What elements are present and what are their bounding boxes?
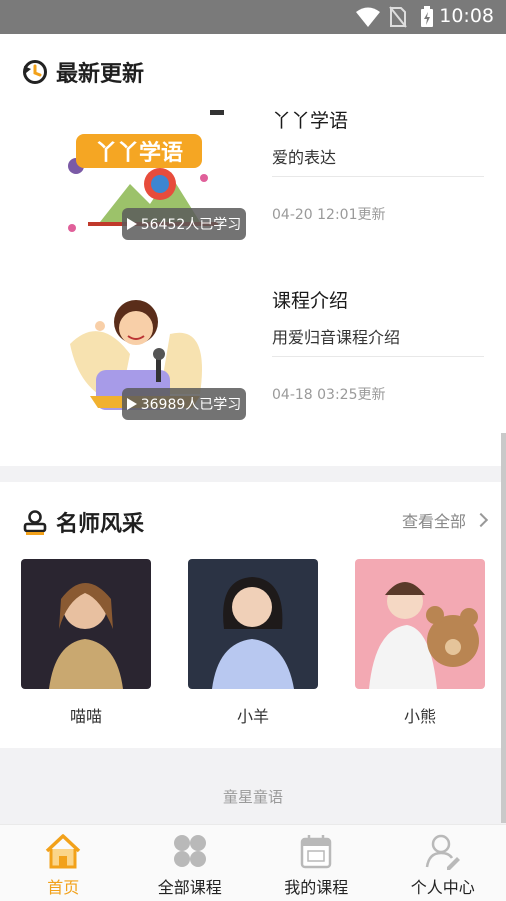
latest-title: 最新更新	[56, 56, 144, 88]
learners-badge: 36989人已学习	[122, 388, 246, 420]
tab-label: 我的课程	[253, 874, 380, 898]
teacher-card[interactable]: 喵喵	[21, 559, 151, 727]
teacher-name: 小羊	[188, 703, 318, 727]
status-bar: 10:08	[0, 0, 506, 34]
bottom-tab-bar: 首页 全部课程 我的课程 个人中心	[0, 824, 506, 901]
course-update-time: 04-20 12:01更新	[272, 204, 385, 224]
teacher-photo	[355, 559, 485, 689]
learners-badge: 56452人已学习	[122, 208, 246, 240]
course-subtitle: 爱的表达	[272, 144, 484, 177]
tab-profile[interactable]: 个人中心	[380, 825, 506, 901]
see-all-link[interactable]: 查看全部	[402, 508, 486, 532]
grid-clover-icon	[170, 831, 210, 871]
course-subtitle: 用爱归音课程介绍	[272, 324, 484, 357]
learners-count: 56452人已学习	[141, 214, 242, 234]
teachers-section: 名师风采 查看全部 喵喵 小羊 小熊	[0, 482, 506, 748]
tab-label: 首页	[0, 874, 127, 898]
thumb-title: 丫丫学语	[95, 140, 183, 166]
user-edit-icon	[423, 831, 463, 871]
see-all-label: 查看全部	[402, 508, 466, 532]
learners-count: 36989人已学习	[141, 394, 242, 414]
teacher-card[interactable]: 小羊	[188, 559, 318, 727]
latest-header: 最新更新	[22, 56, 144, 88]
home-icon	[43, 831, 83, 871]
footer-brand-text: 童星童语	[0, 786, 506, 807]
latest-updates-section: 最新更新 丫丫学语 56452人已学习	[0, 34, 506, 466]
course-title: 丫丫学语	[272, 106, 348, 133]
teacher-stamp-icon	[22, 509, 48, 535]
battery-charging-icon	[420, 6, 434, 28]
teacher-photo	[188, 559, 318, 689]
tab-label: 全部课程	[127, 874, 254, 898]
course-card-intro[interactable]: 36989人已学习 课程介绍 用爱归音课程介绍 04-18 03:25更新	[0, 284, 506, 434]
course-title: 课程介绍	[272, 286, 348, 313]
play-icon	[127, 218, 137, 230]
course-card-yaya[interactable]: 丫丫学语 56452人已学习 丫丫学语 爱的表达 04-20 12:01更新	[0, 104, 506, 254]
history-icon	[22, 59, 48, 85]
no-sim-icon	[389, 6, 407, 28]
teacher-name: 小熊	[355, 703, 485, 727]
scrollbar[interactable]	[501, 433, 506, 823]
teachers-header: 名师风采	[22, 506, 144, 538]
play-icon	[127, 398, 137, 410]
tab-my-courses[interactable]: 我的课程	[253, 825, 380, 901]
home-scroll-content[interactable]: 最新更新 丫丫学语 56452人已学习	[0, 34, 506, 824]
teacher-card[interactable]: 小熊	[355, 559, 485, 727]
course-update-time: 04-18 03:25更新	[272, 384, 385, 404]
teachers-title: 名师风采	[56, 506, 144, 538]
tab-label: 个人中心	[380, 874, 506, 898]
teacher-name: 喵喵	[21, 703, 151, 727]
tab-home[interactable]: 首页	[0, 825, 127, 901]
chevron-right-icon	[474, 513, 488, 527]
wifi-icon	[355, 6, 381, 28]
tab-all-courses[interactable]: 全部课程	[127, 825, 254, 901]
calendar-icon	[296, 831, 336, 871]
teacher-photo	[21, 559, 151, 689]
clock: 10:08	[439, 5, 494, 27]
